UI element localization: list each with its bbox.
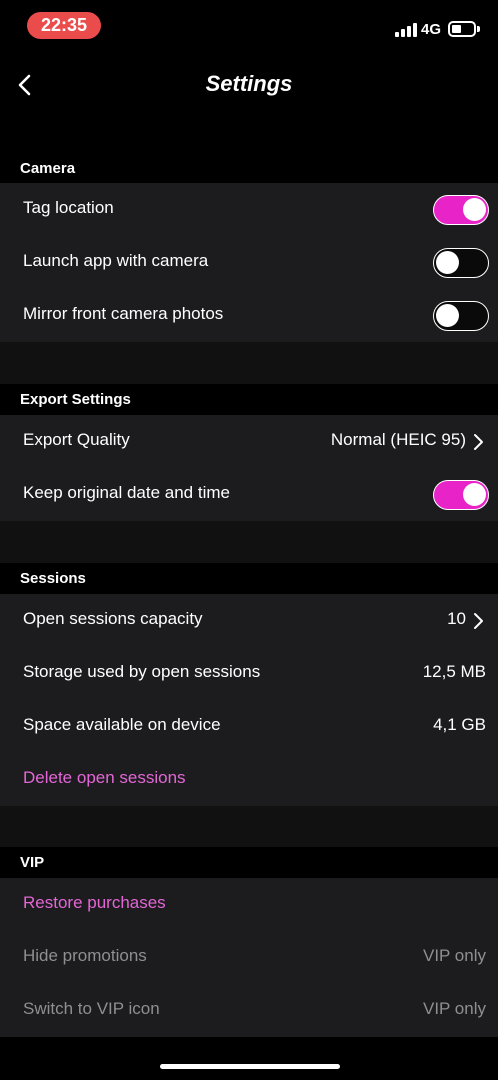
vip-icon-value: VIP only <box>422 999 486 1018</box>
row-label: Tag location <box>23 198 114 217</box>
status-time: 22:35 <box>27 12 101 39</box>
section-gap <box>0 521 498 563</box>
section-gap <box>0 806 498 847</box>
row-mirror-front: Mirror front camera photos <box>0 289 498 342</box>
section-sessions: Open sessions capacity 10 Storage used b… <box>0 594 498 806</box>
section-header-camera: Camera <box>0 153 498 183</box>
row-label: Open sessions capacity <box>23 609 203 628</box>
battery-icon <box>448 21 480 37</box>
section-title: Export Settings <box>20 391 131 408</box>
row-label: Launch app with camera <box>23 251 209 270</box>
row-keep-date: Keep original date and time <box>0 468 498 521</box>
row-label: Export Quality <box>23 430 130 449</box>
delete-sessions-button[interactable]: Delete open sessions <box>0 753 498 806</box>
row-label: Mirror front camera photos <box>23 304 224 323</box>
page-title: Settings <box>205 71 293 96</box>
hide-promotions-value: VIP only <box>422 946 486 965</box>
storage-used-value: 12,5 MB <box>422 662 486 681</box>
tag-location-toggle[interactable] <box>433 195 489 225</box>
row-launch-app: Launch app with camera <box>0 236 498 289</box>
section-vip: Restore purchases Hide promotions VIP on… <box>0 878 498 1037</box>
sessions-capacity-value: 10 <box>447 609 466 628</box>
mirror-front-toggle[interactable] <box>433 301 489 331</box>
row-label: Keep original date and time <box>23 483 230 502</box>
home-indicator[interactable] <box>160 1064 340 1069</box>
section-camera: Tag location Launch app with camera Mirr… <box>0 183 498 342</box>
restore-purchases-label: Restore purchases <box>23 893 166 912</box>
section-title: Sessions <box>20 570 86 587</box>
section-gap <box>0 342 498 384</box>
section-title: Camera <box>20 160 76 177</box>
chevron-right-icon <box>474 434 483 450</box>
row-label: Hide promotions <box>23 946 147 965</box>
row-hide-promotions: Hide promotions VIP only <box>0 931 498 984</box>
row-storage-used: Storage used by open sessions 12,5 MB <box>0 647 498 700</box>
row-label: Switch to VIP icon <box>23 999 160 1018</box>
delete-sessions-label: Delete open sessions <box>23 768 186 787</box>
row-space-available: Space available on device 4,1 GB <box>0 700 498 753</box>
row-vip-icon: Switch to VIP icon VIP only <box>0 984 498 1037</box>
status-bar: 22:35 4G <box>0 0 498 54</box>
row-label: Storage used by open sessions <box>23 662 261 681</box>
row-sessions-capacity[interactable]: Open sessions capacity 10 <box>0 594 498 647</box>
space-available-value: 4,1 GB <box>433 715 486 734</box>
network-type: 4G <box>421 21 442 38</box>
row-tag-location: Tag location <box>0 183 498 236</box>
launch-app-toggle[interactable] <box>433 248 489 278</box>
section-header-vip: VIP <box>0 847 498 877</box>
section-header-export: Export Settings <box>0 384 498 414</box>
row-label: Space available on device <box>23 715 221 734</box>
nav-bar: Settings <box>0 60 498 110</box>
section-export: Export Quality Normal (HEIC 95) Keep ori… <box>0 415 498 521</box>
section-title: VIP <box>20 854 45 871</box>
chevron-right-icon <box>474 613 483 629</box>
keep-date-toggle[interactable] <box>433 480 489 510</box>
section-header-sessions: Sessions <box>0 563 498 593</box>
signal-icon <box>395 23 417 37</box>
export-quality-value: Normal (HEIC 95) <box>330 430 466 449</box>
row-export-quality[interactable]: Export Quality Normal (HEIC 95) <box>0 415 498 468</box>
restore-purchases-button[interactable]: Restore purchases <box>0 878 498 931</box>
